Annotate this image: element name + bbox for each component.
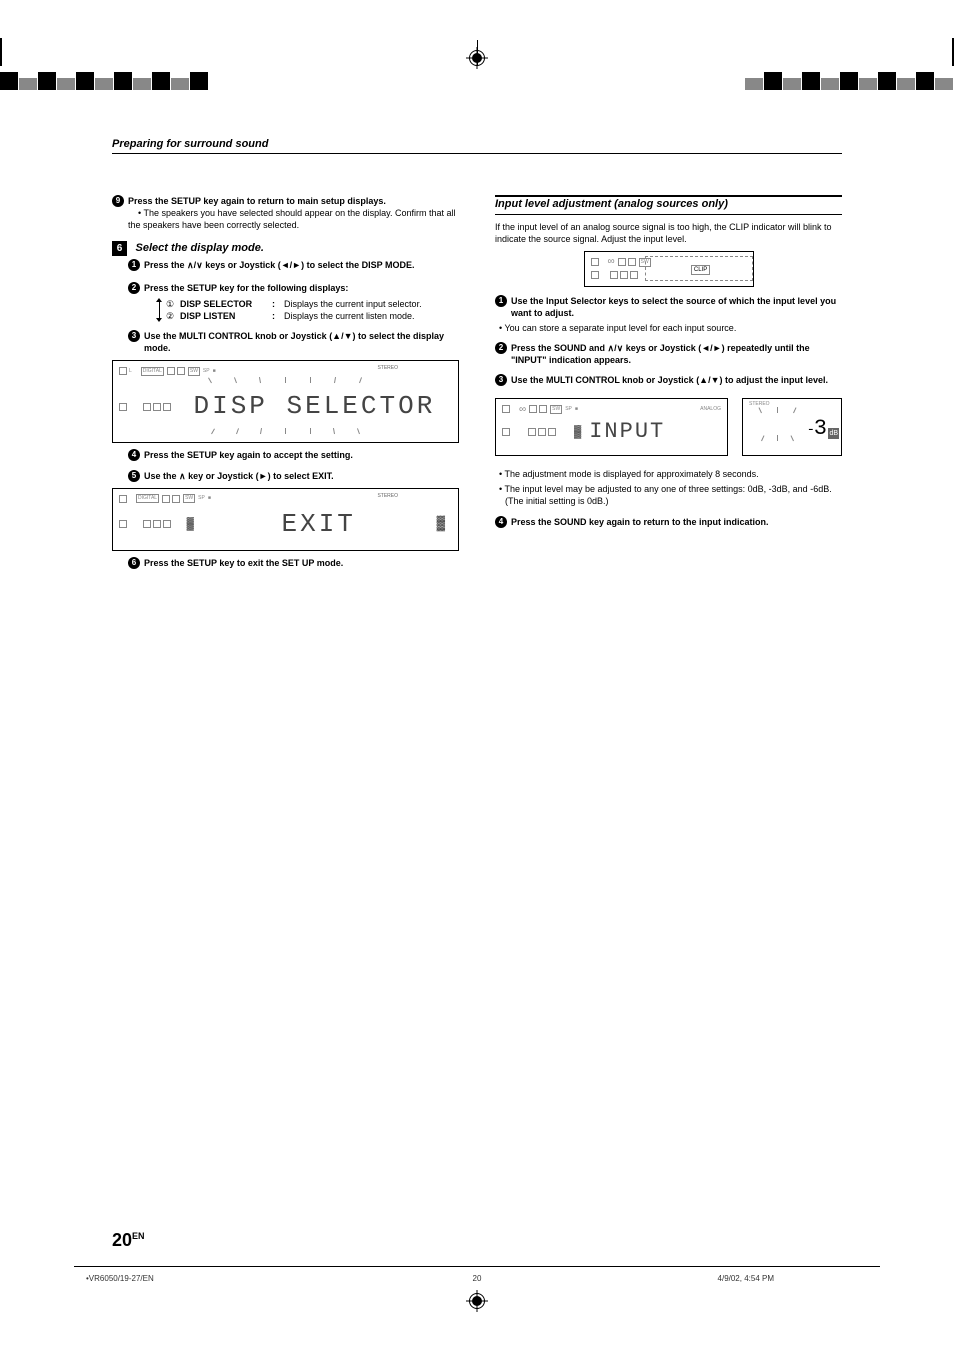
right-step-1-icon: 1 [495, 295, 507, 307]
lcd-clip: ∞ SW CLIP [584, 251, 754, 287]
substep-2-text: Press the SETUP key for the following di… [144, 282, 459, 294]
page-number: 20EN [112, 1230, 145, 1251]
substep-4-icon: 4 [128, 449, 140, 461]
lcd-stereo-label: STEREO [377, 365, 398, 372]
right-step-1-bullet: • You can store a separate input level f… [495, 322, 842, 334]
footer-rule [74, 1266, 880, 1267]
right-step-4-head: Press the SOUND key again to return to t… [511, 516, 842, 528]
input-level-heading: Input level adjustment (analog sources o… [495, 197, 842, 215]
row1-label: DISP SELECTOR [180, 298, 272, 310]
step-9-head: Press the SETUP key again to return to m… [128, 196, 386, 206]
lcd-unit: dB [828, 428, 839, 439]
lcd-exit: DIGITAL SW SP ■ STEREO ▓ EXIT ▓ [112, 488, 459, 551]
row2-num: ② [166, 310, 180, 322]
substep-1-text: Press the ∧/∨ keys or Joystick (◄/►) to … [144, 259, 459, 271]
select-display-mode-heading: Select the display mode. [136, 242, 264, 254]
row2-desc: Displays the current listen mode. [284, 310, 422, 322]
right-step-3-icon: 3 [495, 374, 507, 386]
lcd2-text: EXIT [201, 507, 437, 542]
substep-6-icon: 6 [128, 557, 140, 569]
section-title: Preparing for surround sound [112, 138, 842, 150]
footer-center: 20 [473, 1274, 482, 1283]
lcd-input-level: STEREO - 3 dB [742, 398, 842, 456]
substep-6-text: Press the SETUP key to exit the SET UP m… [144, 557, 459, 569]
substep-4-text: Press the SETUP key again to accept the … [144, 449, 459, 461]
input-level-intro: If the input level of an analog source s… [495, 221, 842, 245]
footer-left: •VR6050/19-27/EN [86, 1274, 154, 1283]
step-9-bullet: • The speakers you have selected should … [128, 208, 456, 230]
row2-label: DISP LISTEN [180, 310, 272, 322]
registration-mark-bottom [466, 1290, 488, 1312]
right-column: Input level adjustment (analog sources o… [495, 195, 842, 569]
step-9-icon: 9 [112, 195, 124, 207]
lcd-input-text: INPUT [589, 417, 665, 447]
right-step-4-icon: 4 [495, 516, 507, 528]
substep-1-icon: 1 [128, 259, 140, 271]
row1-desc: Displays the current input selector. [284, 298, 422, 310]
footer-right: 4/9/02, 4:54 PM [718, 1274, 774, 1283]
substep-5-icon: 5 [128, 470, 140, 482]
right-step-2-icon: 2 [495, 342, 507, 354]
left-column: 9 Press the SETUP key again to return to… [112, 195, 459, 569]
right-bullet-1: • The adjustment mode is displayed for a… [495, 468, 842, 480]
lcd2-stereo: STEREO [377, 493, 398, 500]
row1-num: ① [166, 298, 180, 310]
substep-3-icon: 3 [128, 330, 140, 342]
section-header: Preparing for surround sound [112, 138, 842, 154]
selector-table: ① DISP SELECTOR : Displays the current i… [156, 298, 459, 322]
right-bullet-2: • The input level may be adjusted to any… [495, 483, 842, 507]
step-6-box: 6 [112, 241, 127, 256]
substep-3-text: Use the MULTI CONTROL knob or Joystick (… [144, 330, 459, 354]
substep-2-icon: 2 [128, 282, 140, 294]
right-step-2-head: Press the SOUND and ∧/∨ keys or Joystick… [511, 342, 842, 366]
lcd1-text: DISP SELECTOR [177, 389, 452, 424]
lcd-disp-selector: L DIGITAL SW SP ■ STEREO DISP SELECTOR [112, 360, 459, 443]
lcd-value: 3 [814, 414, 827, 444]
right-step-3-head: Use the MULTI CONTROL knob or Joystick (… [511, 374, 842, 386]
substep-5-text: Use the ∧ key or Joystick (►) to select … [144, 470, 459, 482]
right-step-1-head: Use the Input Selector keys to select th… [511, 296, 836, 318]
registration-line [477, 40, 478, 66]
lcd-input: ∞ SW SP ■ ANALOG ▓ INPUT [495, 398, 728, 456]
